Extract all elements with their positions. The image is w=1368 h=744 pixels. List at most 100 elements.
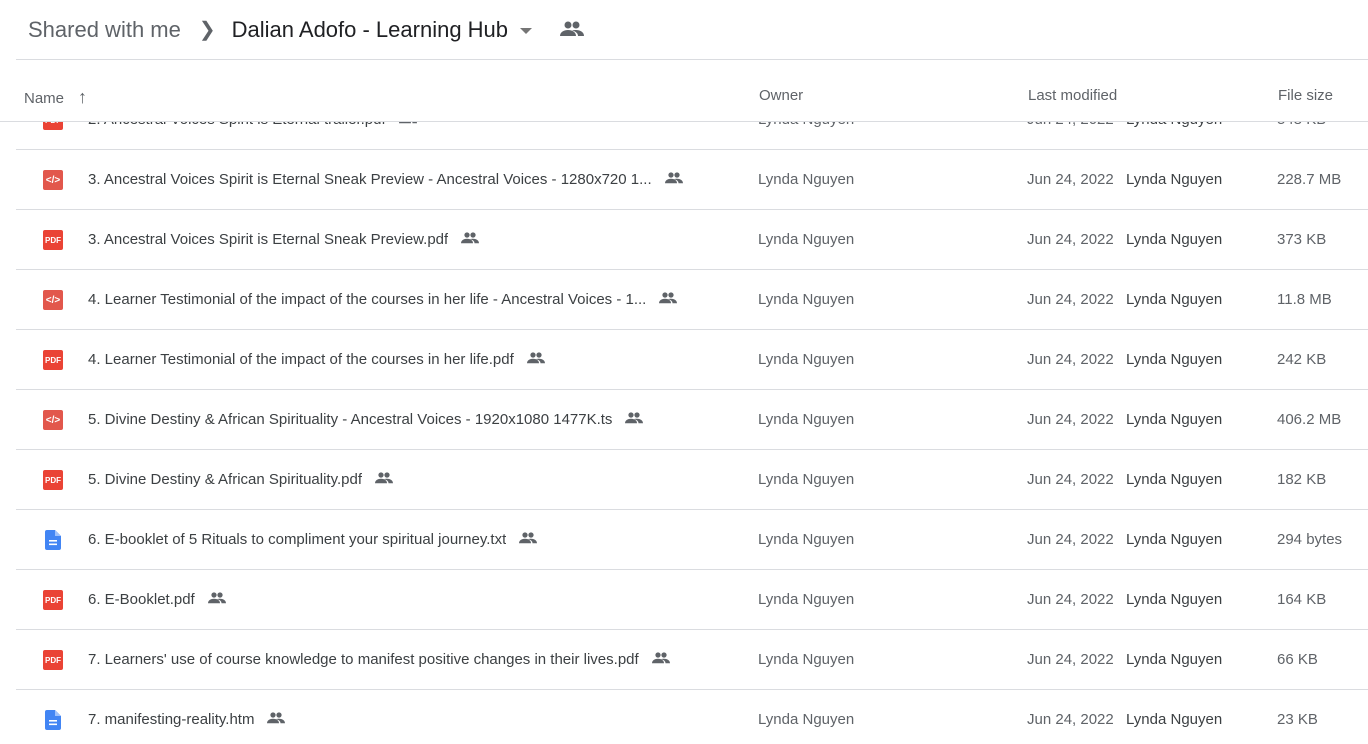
file-name[interactable]: 5. Divine Destiny & African Spirituality… [88,411,644,428]
file-name-text: 3. Ancestral Voices Spirit is Eternal Sn… [88,231,449,248]
file-size: 11.8 MB [1277,291,1332,308]
last-modified-date: Jun 24, 2022 [1027,411,1114,428]
file-row[interactable]: </> 4. Learner Testimonial of the impact… [16,270,1368,330]
file-name[interactable]: 3. Ancestral Voices Spirit is Eternal Sn… [88,231,480,248]
file-name-text: 7. manifesting-reality.htm [88,711,255,728]
file-name-text: 4. Learner Testimonial of the impact of … [88,351,514,368]
file-name-text: 7. Learners' use of course knowledge to … [88,651,639,668]
pdf-file-icon: PDF [43,121,63,130]
last-modified-by: Lynda Nguyen [1126,711,1223,728]
owner: Lynda Nguyen [758,121,854,128]
file-size: 373 KB [1277,231,1327,248]
file-row[interactable]: </> 5. Divine Destiny & African Spiritua… [16,390,1368,450]
last-modified-by: Lynda Nguyen [1126,121,1222,128]
file-name-text: 5. Divine Destiny & African Spirituality… [88,411,613,428]
last-modified-date: Jun 24, 2022 [1027,291,1114,308]
last-modified-date: Jun 24, 2022 [1027,711,1114,728]
shared-people-icon [398,121,418,128]
code-file-icon: </> [43,170,63,190]
last-modified-by: Lynda Nguyen [1126,591,1223,608]
file-name[interactable]: 4. Learner Testimonial of the impact of … [88,291,678,308]
file-name[interactable]: 2. Ancestral Voices Spirit is Eternal tr… [88,121,418,128]
file-name[interactable]: 6. E-Booklet.pdf [88,591,227,608]
column-header-row: Name ↑ Owner Last modified File size [0,60,1368,122]
file-name[interactable]: 7. manifesting-reality.htm [88,711,286,728]
owner: Lynda Nguyen [758,231,855,248]
column-header-owner[interactable]: Owner [759,87,803,104]
last-modified-by: Lynda Nguyen [1126,531,1223,548]
file-row[interactable]: PDF 2. Ancestral Voices Spirit is Eterna… [16,121,1368,150]
pdf-file-icon: PDF [43,590,63,610]
file-name-text: 6. E-Booklet.pdf [88,591,195,608]
file-row[interactable]: PDF 5. Divine Destiny & African Spiritua… [16,450,1368,510]
last-modified-date: Jun 24, 2022 [1027,171,1114,188]
file-list[interactable]: PDF 2. Ancestral Voices Spirit is Eterna… [0,121,1368,744]
file-size: 164 KB [1277,591,1327,608]
file-row[interactable]: PDF 4. Learner Testimonial of the impact… [16,330,1368,390]
column-header-file-size[interactable]: File size [1278,87,1333,104]
last-modified-date: Jun 24, 2022 [1027,121,1114,128]
owner: Lynda Nguyen [758,291,855,308]
breadcrumb-shared-with-me[interactable]: Shared with me [28,17,181,43]
shared-people-icon [518,531,538,548]
file-name-text: 3. Ancestral Voices Spirit is Eternal Sn… [88,171,652,188]
file-size: 228.7 MB [1277,171,1342,188]
owner: Lynda Nguyen [758,651,855,668]
file-name[interactable]: 5. Divine Destiny & African Spirituality… [88,471,394,488]
shared-people-icon [460,231,480,248]
file-size: 548 KB [1277,121,1326,128]
owner: Lynda Nguyen [758,351,855,368]
file-size: 182 KB [1277,471,1327,488]
caret-down-icon[interactable] [520,27,533,34]
last-modified-by: Lynda Nguyen [1126,471,1223,488]
shared-people-icon [207,591,227,608]
file-name[interactable]: 7. Learners' use of course knowledge to … [88,651,671,668]
shared-people-icon [624,411,644,428]
last-modified-by: Lynda Nguyen [1126,231,1223,248]
file-row[interactable]: 6. E-booklet of 5 Rituals to compliment … [16,510,1368,570]
code-file-icon: </> [43,290,63,310]
file-name-text: 2. Ancestral Voices Spirit is Eternal tr… [88,121,386,128]
column-header-last-modified[interactable]: Last modified [1028,87,1117,104]
column-name-label: Name [24,90,65,107]
file-name[interactable]: 4. Learner Testimonial of the impact of … [88,351,546,368]
last-modified-date: Jun 24, 2022 [1027,351,1114,368]
last-modified-by: Lynda Nguyen [1126,291,1223,308]
breadcrumb-current-folder[interactable]: Dalian Adofo - Learning Hub [232,17,508,43]
file-name[interactable]: 6. E-booklet of 5 Rituals to compliment … [88,531,538,548]
file-size: 406.2 MB [1277,411,1342,428]
file-row[interactable]: PDF 6. E-Booklet.pdf Lynda Nguyen Jun 24… [16,570,1368,630]
last-modified-date: Jun 24, 2022 [1027,651,1114,668]
last-modified-by: Lynda Nguyen [1126,651,1223,668]
shared-people-icon [266,711,286,728]
owner: Lynda Nguyen [758,471,855,488]
owner: Lynda Nguyen [758,711,855,728]
pdf-file-icon: PDF [43,650,63,670]
file-size: 66 KB [1277,651,1318,668]
file-row[interactable]: PDF 7. Learners' use of course knowledge… [16,630,1368,690]
pdf-file-icon: PDF [43,470,63,490]
pdf-file-icon: PDF [43,350,63,370]
shared-people-icon [374,471,394,488]
column-header-name[interactable]: Name ↑ [24,87,87,108]
file-row[interactable]: 7. manifesting-reality.htm Lynda Nguyen … [16,690,1368,744]
file-row[interactable]: PDF 3. Ancestral Voices Spirit is Eterna… [16,210,1368,270]
owner: Lynda Nguyen [758,591,855,608]
chevron-right-icon: ❯ [198,19,216,41]
file-name-text: 5. Divine Destiny & African Spirituality… [88,471,363,488]
shared-people-icon [526,351,546,368]
breadcrumb: Shared with me ❯ Dalian Adofo - Learning… [0,0,585,59]
shared-people-icon[interactable] [560,17,585,43]
last-modified-by: Lynda Nguyen [1126,411,1223,428]
last-modified-date: Jun 24, 2022 [1027,531,1114,548]
file-name-text: 6. E-booklet of 5 Rituals to compliment … [88,531,507,548]
file-name[interactable]: 3. Ancestral Voices Spirit is Eternal Sn… [88,171,684,188]
owner: Lynda Nguyen [758,171,855,188]
owner: Lynda Nguyen [758,531,855,548]
file-row[interactable]: </> 3. Ancestral Voices Spirit is Eterna… [16,150,1368,210]
code-file-icon: </> [43,410,63,430]
last-modified-by: Lynda Nguyen [1126,171,1223,188]
sort-arrow-up-icon[interactable]: ↑ [78,87,87,107]
file-size: 294 bytes [1277,531,1343,548]
last-modified-date: Jun 24, 2022 [1027,471,1114,488]
